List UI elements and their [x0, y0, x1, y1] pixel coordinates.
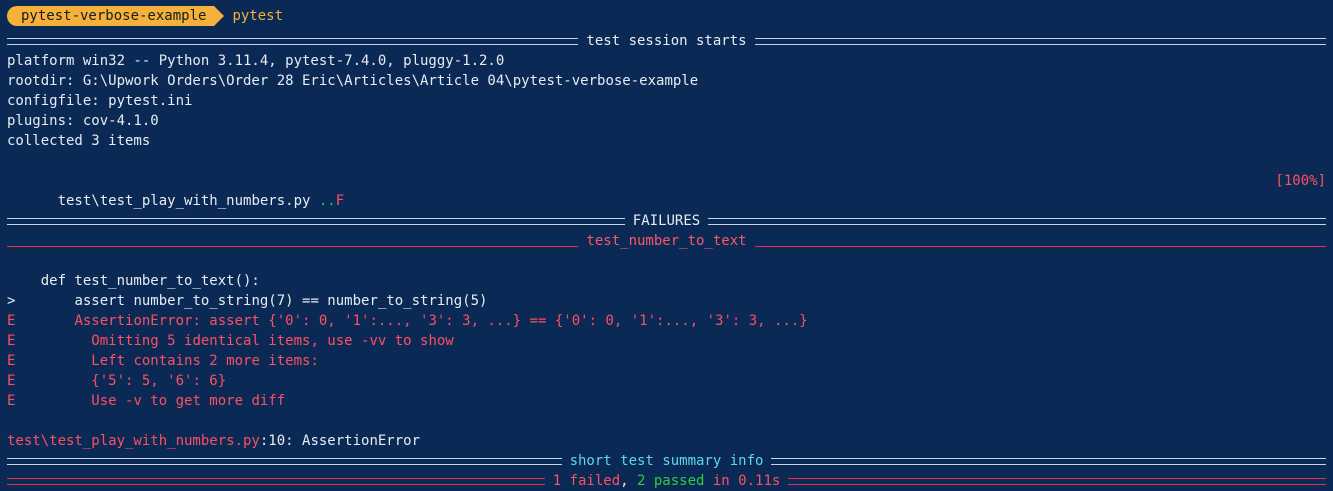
traceback-text: AssertionError: assert {'0': 0, '1':...,…: [74, 313, 808, 329]
traceback-text: def test_number_to_text():: [40, 273, 260, 289]
traceback-text: assert number_to_string(7) == number_to_…: [74, 293, 488, 309]
terminal-window[interactable]: pytest-verbose-example pytest test sessi…: [0, 0, 1333, 489]
traceback-line: def test_number_to_text():: [7, 271, 1326, 291]
traceback-text: Use -v to get more diff: [91, 393, 286, 409]
traceback-prefix: E: [7, 333, 92, 349]
traceback-line: E Left contains 2 more items:: [7, 351, 1326, 371]
traceback-line: E Omitting 5 identical items, use -vv to…: [7, 331, 1326, 351]
failure-traceback: def test_number_to_text(): > assert numbe…: [7, 271, 1326, 411]
traceback-prefix: >: [7, 293, 75, 309]
traceback-line: > assert number_to_string(7) == number_t…: [7, 291, 1326, 311]
configfile-line: configfile: pytest.ini: [7, 93, 193, 109]
command-text: pytest: [232, 8, 284, 24]
traceback-prefix: E: [7, 353, 92, 369]
platform-line: platform win32 -- Python 3.11.4, pytest-…: [7, 53, 505, 69]
failures-separator: FAILURES: [7, 211, 1326, 231]
failure-location: test\test_play_with_numbers.py:10: Asser…: [7, 431, 1326, 451]
progress-passed: ..: [318, 193, 336, 209]
summary-separator: short test summary info: [7, 451, 1326, 471]
traceback-prefix: [7, 273, 41, 289]
traceback-text: Omitting 5 identical items, use -vv to s…: [91, 333, 454, 349]
progress-file: test\test_play_with_numbers.py: [57, 193, 319, 209]
test-name-separator: test_number_to_text: [7, 231, 1326, 251]
traceback-prefix: E: [7, 373, 92, 389]
passed-count: 2 passed: [637, 473, 705, 489]
result-summary: 1 failed, 2 passed in 0.11s: [545, 471, 789, 491]
collected-line: collected 3 items: [7, 133, 151, 149]
traceback-line: E {'5': 5, '6': 6}: [7, 371, 1326, 391]
traceback-line: E AssertionError: assert {'0': 0, '1':..…: [7, 311, 1326, 331]
traceback-prefix: E: [7, 393, 92, 409]
traceback-prefix: E: [7, 313, 75, 329]
failed-count: 1 failed: [552, 473, 621, 489]
location-detail: :10: AssertionError: [259, 433, 421, 449]
traceback-text: {'5': 5, '6': 6}: [91, 373, 227, 389]
directory-badge: pytest-verbose-example: [7, 6, 225, 26]
summary-title: short test summary info: [569, 453, 764, 469]
failures-title: FAILURES: [632, 213, 701, 229]
progress-failed: F: [335, 193, 345, 209]
session-title: test session starts: [586, 33, 747, 49]
summary-comma: ,: [620, 473, 637, 489]
session-separator: test session starts: [7, 31, 1326, 51]
location-file: test\test_play_with_numbers.py: [7, 433, 260, 449]
failed-test-name: test_number_to_text: [586, 233, 747, 249]
plugins-line: plugins: cov-4.1.0: [7, 113, 159, 129]
progress-line: test\test_play_with_numbers.py ..F [100%…: [7, 171, 1326, 209]
progress-percent: [100%]: [1275, 173, 1326, 189]
result-separator: 1 failed, 2 passed in 0.11s: [7, 471, 1326, 491]
traceback-text: Left contains 2 more items:: [91, 353, 319, 369]
duration: in 0.11s: [704, 473, 781, 489]
traceback-line: E Use -v to get more diff: [7, 391, 1326, 411]
rootdir-line: rootdir: G:\Upwork Orders\Order 28 Eric\…: [7, 73, 699, 89]
shell-prompt: pytest-verbose-example pytest: [7, 5, 1326, 27]
